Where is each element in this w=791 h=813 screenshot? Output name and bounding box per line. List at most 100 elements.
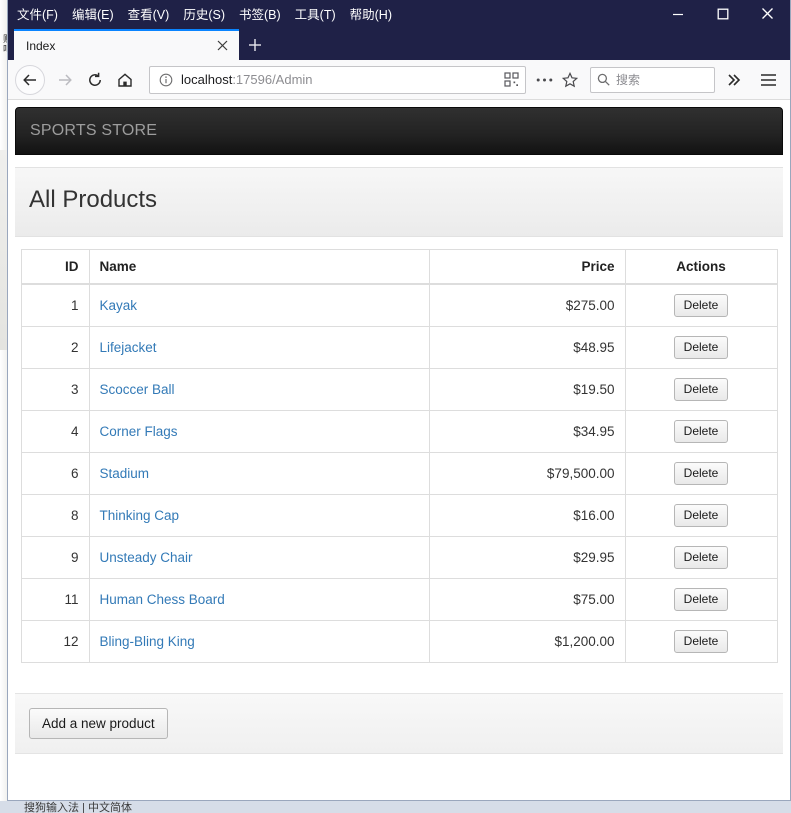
minimize-icon[interactable] <box>655 0 700 27</box>
menu-item-help[interactable]: 帮助(H) <box>343 1 399 26</box>
cell-actions: Delete <box>625 452 777 495</box>
delete-button[interactable]: Delete <box>673 336 729 359</box>
qr-reader-icon[interactable] <box>504 72 519 87</box>
table-body: 1 Kayak $275.00 Delete 2 Lifejacket $48.95 Dele… <box>21 283 777 663</box>
url-host: localhost <box>181 72 233 87</box>
window-controls <box>655 0 790 27</box>
product-name-link[interactable]: Scoccer Ball <box>100 382 175 397</box>
table-row: 2 Lifejacket $48.95 Delete <box>21 326 777 369</box>
column-header-actions: Actions <box>625 249 777 285</box>
product-name-link[interactable]: Thinking Cap <box>100 508 180 523</box>
maximize-icon[interactable] <box>700 0 745 27</box>
cell-actions: Delete <box>625 283 777 327</box>
page-actions-ellipsis-icon[interactable] <box>531 66 557 94</box>
product-name-link[interactable]: Lifejacket <box>100 340 157 355</box>
cell-name: Corner Flags <box>89 410 430 453</box>
navigation-toolbar: localhost:17596/Admin 搜索 <box>8 60 790 100</box>
delete-button[interactable]: Delete <box>673 588 729 611</box>
cell-name: Human Chess Board <box>89 578 430 621</box>
background-window-bottom-text: 搜狗输入法 | 中文简体 <box>24 802 132 813</box>
hamburger-menu-icon[interactable] <box>753 65 783 95</box>
cell-id: 9 <box>21 536 90 579</box>
firefox-browser-window: 文件(F) 编辑(E) 查看(V) 历史(S) 书签(B) 工具(T) 帮助(H… <box>7 0 791 801</box>
cell-price: $19.50 <box>429 368 626 411</box>
tab-index[interactable]: Index <box>14 29 239 60</box>
delete-button[interactable]: Delete <box>673 420 729 443</box>
delete-button[interactable]: Delete <box>673 378 729 401</box>
table-row: 3 Scoccer Ball $19.50 Delete <box>21 368 777 411</box>
cell-id: 8 <box>21 494 90 537</box>
cell-price: $275.00 <box>429 283 626 327</box>
product-name-link[interactable]: Kayak <box>100 298 138 313</box>
url-text[interactable]: localhost:17596/Admin <box>181 72 498 87</box>
table-row: 8 Thinking Cap $16.00 Delete <box>21 494 777 537</box>
menu-item-history[interactable]: 历史(S) <box>176 1 232 26</box>
cell-id: 1 <box>21 283 90 327</box>
delete-button[interactable]: Delete <box>673 462 729 485</box>
product-name-link[interactable]: Corner Flags <box>100 424 178 439</box>
cell-actions: Delete <box>625 494 777 537</box>
column-header-id: ID <box>21 249 90 285</box>
menu-item-file[interactable]: 文件(F) <box>10 1 65 26</box>
cell-price: $29.95 <box>429 536 626 579</box>
chevron-double-right-icon[interactable] <box>719 65 749 95</box>
column-header-name: Name <box>89 249 430 285</box>
cell-price: $34.95 <box>429 410 626 453</box>
info-circle-icon[interactable] <box>159 73 173 87</box>
close-icon[interactable] <box>745 0 790 27</box>
cell-price: $79,500.00 <box>429 452 626 495</box>
menu-item-edit[interactable]: 编辑(E) <box>65 1 121 26</box>
new-tab-icon[interactable] <box>239 29 271 60</box>
add-new-product-button[interactable]: Add a new product <box>29 708 168 739</box>
search-input[interactable]: 搜索 <box>590 66 715 93</box>
cell-actions: Delete <box>625 536 777 579</box>
table-row: 1 Kayak $275.00 Delete <box>21 283 777 327</box>
page-viewport: SPORTS STORE All Products ID Name Price … <box>8 100 790 800</box>
cell-actions: Delete <box>625 326 777 369</box>
cell-name: Stadium <box>89 452 430 495</box>
menu-item-bookmarks[interactable]: 书签(B) <box>232 1 288 26</box>
product-name-link[interactable]: Unsteady Chair <box>100 550 193 565</box>
tab-title: Index <box>26 38 56 53</box>
cell-id: 12 <box>21 620 90 663</box>
cell-price: $1,200.00 <box>429 620 626 663</box>
delete-button[interactable]: Delete <box>673 546 729 569</box>
cell-id: 4 <box>21 410 90 453</box>
back-arrow-icon[interactable] <box>15 64 45 95</box>
column-header-price: Price <box>429 249 626 285</box>
table-row: 9 Unsteady Chair $29.95 Delete <box>21 536 777 579</box>
table-header-row: ID Name Price Actions <box>21 249 777 285</box>
cell-name: Scoccer Ball <box>89 368 430 411</box>
home-icon[interactable] <box>110 65 140 95</box>
cell-actions: Delete <box>625 410 777 453</box>
site-brand[interactable]: SPORTS STORE <box>30 122 157 140</box>
table-row: 11 Human Chess Board $75.00 Delete <box>21 578 777 621</box>
panel-heading: All Products <box>15 167 783 237</box>
cell-name: Thinking Cap <box>89 494 430 537</box>
delete-button[interactable]: Delete <box>673 294 729 317</box>
cell-actions: Delete <box>625 620 777 663</box>
cell-price: $16.00 <box>429 494 626 537</box>
bookmark-star-icon[interactable] <box>557 66 583 94</box>
menu-item-tools[interactable]: 工具(T) <box>288 1 343 26</box>
product-name-link[interactable]: Bling-Bling King <box>100 634 195 649</box>
menu-bar: 文件(F) 编辑(E) 查看(V) 历史(S) 书签(B) 工具(T) 帮助(H… <box>8 0 790 27</box>
product-name-link[interactable]: Stadium <box>100 466 150 481</box>
tab-strip: Index <box>8 27 790 60</box>
cell-id: 2 <box>21 326 90 369</box>
menu-item-view[interactable]: 查看(V) <box>121 1 177 26</box>
url-bar[interactable]: localhost:17596/Admin <box>149 65 526 94</box>
panel-footer: Add a new product <box>15 693 783 754</box>
reload-icon[interactable] <box>80 65 110 95</box>
delete-button[interactable]: Delete <box>673 630 729 653</box>
cell-id: 11 <box>21 578 90 621</box>
cell-name: Kayak <box>89 283 430 327</box>
cell-actions: Delete <box>625 368 777 411</box>
tab-close-icon[interactable] <box>213 37 231 55</box>
cell-name: Lifejacket <box>89 326 430 369</box>
table-row: 4 Corner Flags $34.95 Delete <box>21 410 777 453</box>
url-path: :17596/Admin <box>232 72 313 87</box>
table-row: 12 Bling-Bling King $1,200.00 Delete <box>21 620 777 663</box>
delete-button[interactable]: Delete <box>673 504 729 527</box>
product-name-link[interactable]: Human Chess Board <box>100 592 225 607</box>
